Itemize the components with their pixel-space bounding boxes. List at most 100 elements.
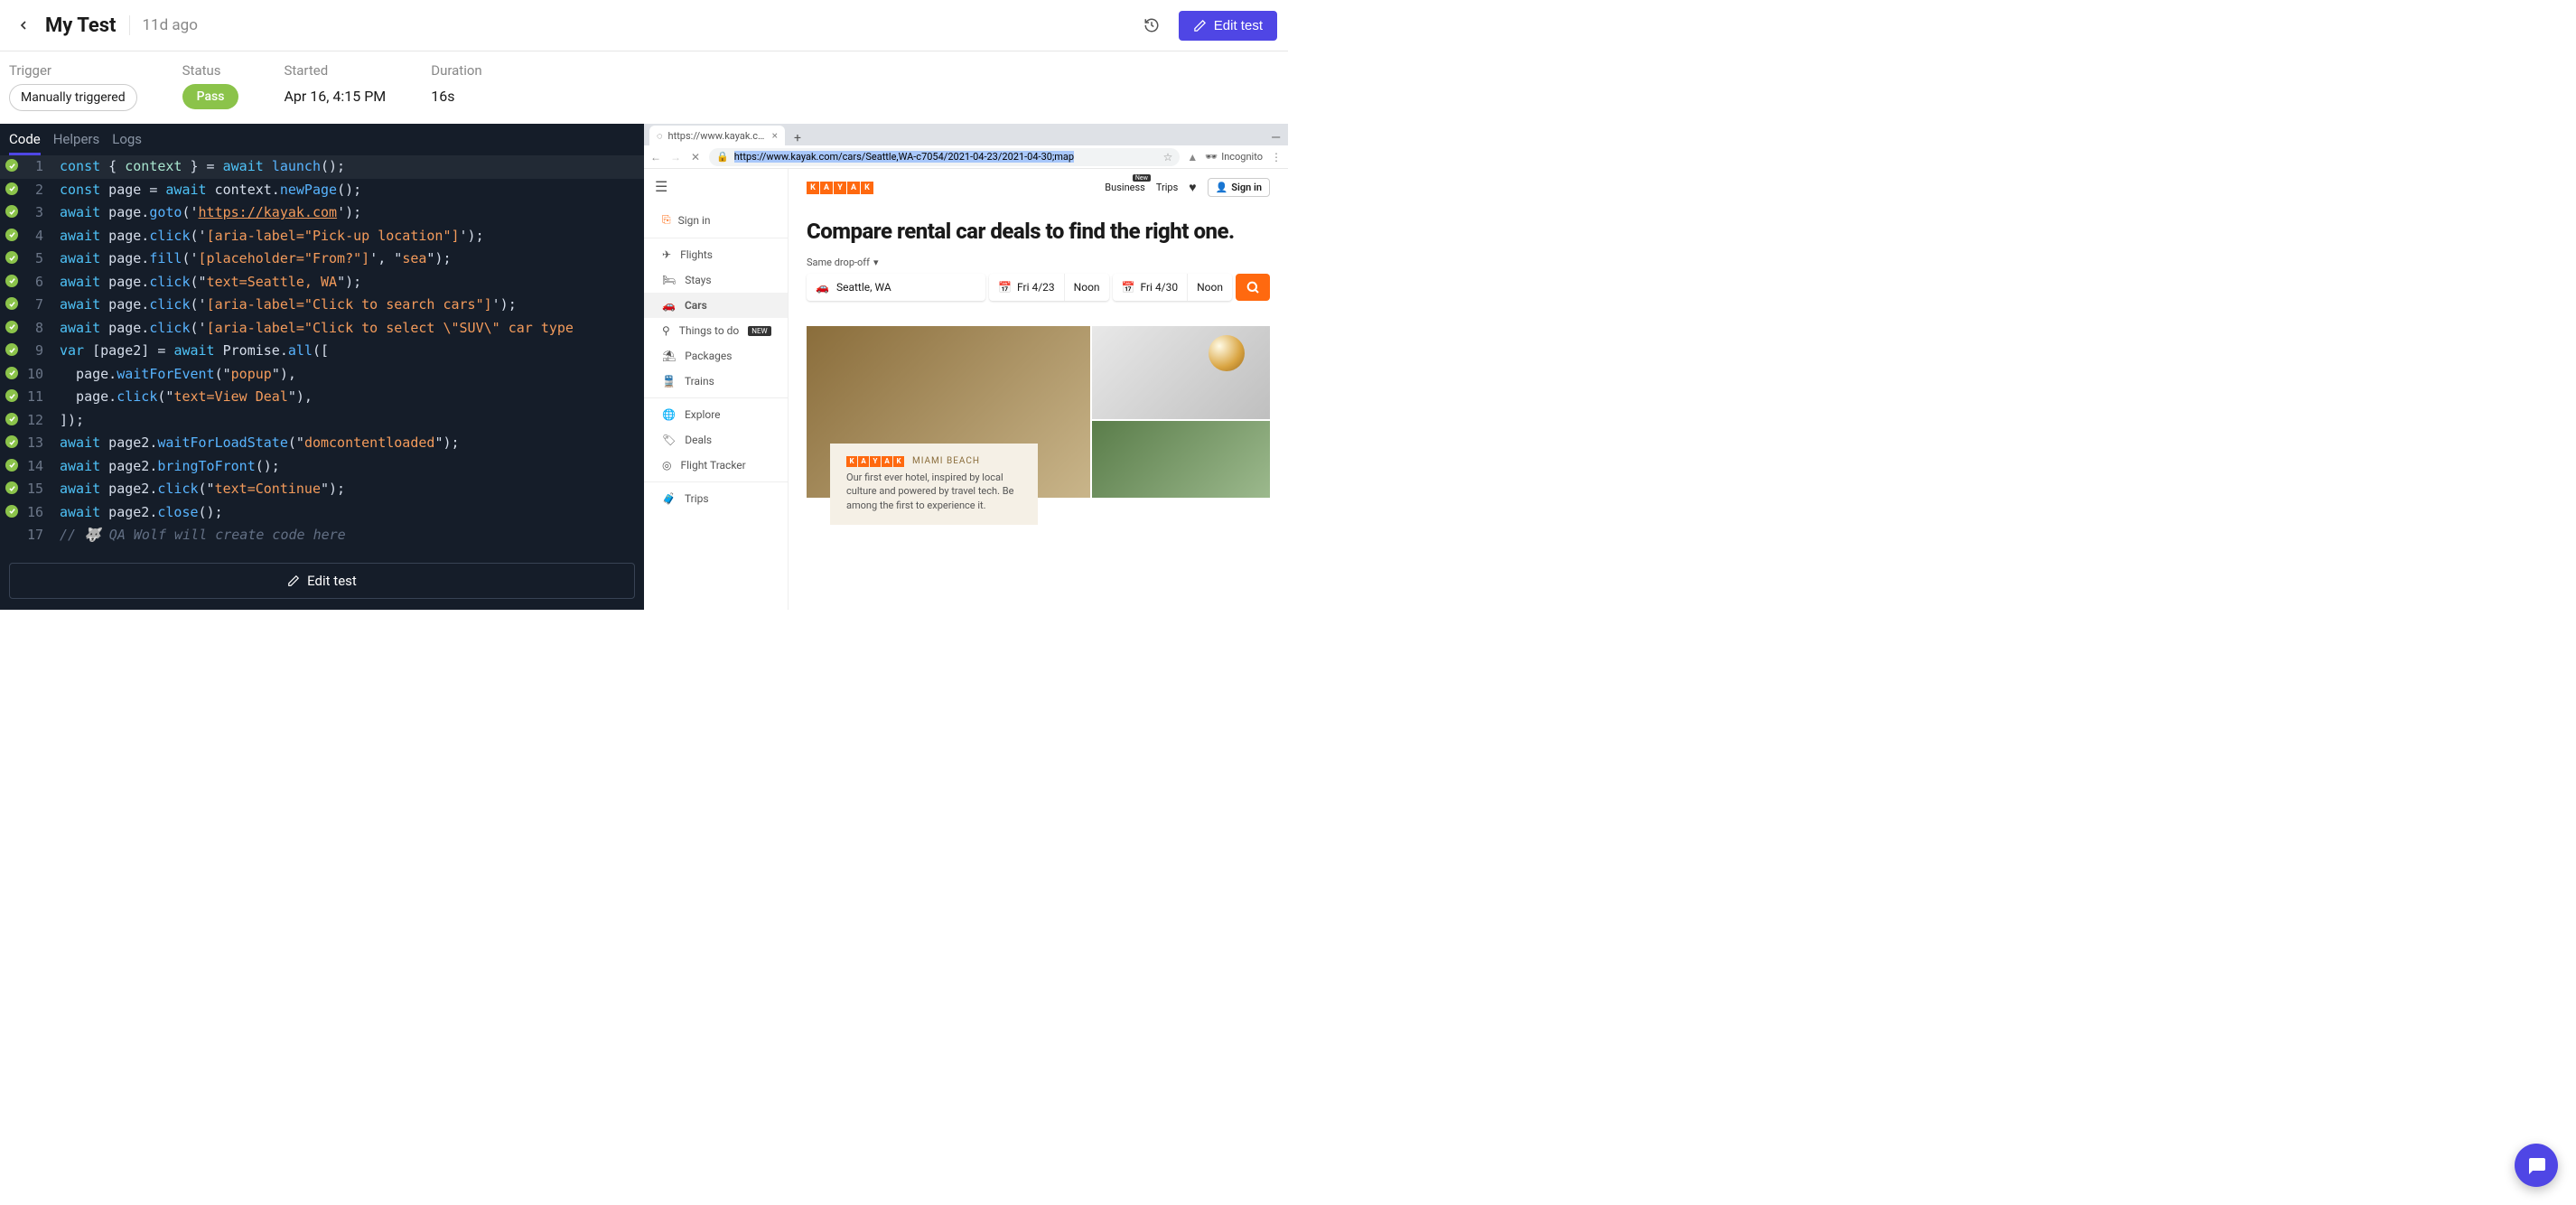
tab-logs[interactable]: Logs bbox=[112, 131, 142, 155]
nav-trips[interactable]: 🧳Trips bbox=[644, 486, 788, 511]
hamburger-icon[interactable]: ☰ bbox=[644, 169, 788, 204]
status-badge: Pass bbox=[182, 84, 239, 109]
spinner-icon: ◌ bbox=[657, 130, 663, 142]
code-line: 17 // 🐺 QA Wolf will create code here bbox=[0, 524, 644, 547]
star-icon[interactable]: ☆ bbox=[1163, 151, 1173, 163]
calendar-icon: 📅 bbox=[998, 281, 1012, 294]
browser-stop-icon[interactable]: ✕ bbox=[689, 151, 702, 163]
code-line: 1 const { context } = await launch(); bbox=[0, 155, 644, 179]
browser-back-icon[interactable]: ← bbox=[649, 151, 662, 163]
duration-value: 16s bbox=[431, 84, 481, 105]
age-label: 11d ago bbox=[143, 16, 198, 34]
location-input[interactable]: 🚗Seattle, WA bbox=[807, 274, 985, 301]
plane-icon: ✈ bbox=[662, 248, 671, 261]
history-icon bbox=[1143, 17, 1160, 33]
chevron-left-icon bbox=[16, 18, 31, 33]
edit-test-inline-label: Edit test bbox=[307, 573, 357, 589]
started-label: Started bbox=[284, 62, 386, 79]
chevron-down-icon: ▾ bbox=[873, 257, 879, 268]
run-history-button[interactable] bbox=[1137, 11, 1166, 40]
tab-code[interactable]: Code bbox=[9, 131, 41, 155]
line-number: 5 bbox=[23, 248, 54, 271]
code-line: 7 await page.click('[aria-label="Click t… bbox=[0, 294, 644, 317]
radar-icon: ◎ bbox=[662, 459, 671, 472]
pencil-icon bbox=[287, 574, 300, 587]
search-button[interactable] bbox=[1236, 274, 1270, 301]
browser-tabstrip: ◌ https://www.kayak.com/ca × + — bbox=[644, 124, 1288, 145]
heart-icon[interactable]: ♥ bbox=[1189, 180, 1196, 195]
nav-tracker[interactable]: ◎Flight Tracker bbox=[644, 453, 788, 478]
address-text: https://www.kayak.com/cars/Seattle,WA-c7… bbox=[734, 151, 1074, 163]
nav-flights[interactable]: ✈Flights bbox=[644, 242, 788, 267]
code-line: 5 await page.fill('[placeholder="From?"]… bbox=[0, 248, 644, 271]
sidebar-signin[interactable]: ⎘ Sign in bbox=[644, 204, 788, 238]
new-tab-button[interactable]: + bbox=[789, 131, 807, 145]
line-number: 15 bbox=[23, 478, 54, 501]
code-line: 16 await page2.close(); bbox=[0, 501, 644, 525]
nav-packages[interactable]: ⛱Packages bbox=[644, 343, 788, 369]
car-icon: 🚗 bbox=[816, 281, 829, 294]
started-value: Apr 16, 4:15 PM bbox=[284, 84, 386, 105]
duration-label: Duration bbox=[431, 62, 481, 79]
code-editor[interactable]: 1 const { context } = await launch(); 2 … bbox=[0, 155, 644, 552]
nav-deals[interactable]: 🏷Deals bbox=[644, 427, 788, 453]
nav-things[interactable]: ⚲Things to doNEW bbox=[644, 318, 788, 343]
code-line: 3 await page.goto('https://kayak.com'); bbox=[0, 201, 644, 225]
line-number: 8 bbox=[23, 317, 54, 341]
kayak-logo: KAYAK bbox=[807, 182, 873, 194]
promo-brand: MIAMI BEACH bbox=[912, 456, 980, 466]
address-bar[interactable]: 🔒 https://www.kayak.com/cars/Seattle,WA-… bbox=[709, 148, 1180, 166]
nav-cars[interactable]: 🚗Cars bbox=[644, 293, 788, 318]
lock-icon: 🔒 bbox=[716, 151, 729, 163]
pass-icon bbox=[5, 435, 18, 448]
browser-tab[interactable]: ◌ https://www.kayak.com/ca × bbox=[649, 126, 785, 145]
nav-explore[interactable]: 🌐Explore bbox=[644, 402, 788, 427]
globe-icon: 🌐 bbox=[662, 408, 676, 421]
line-number: 2 bbox=[23, 179, 54, 202]
back-button[interactable] bbox=[11, 13, 36, 38]
pass-icon bbox=[5, 275, 18, 287]
page-title: My Test bbox=[45, 14, 117, 37]
new-badge: New bbox=[1133, 174, 1151, 182]
pass-icon bbox=[5, 367, 18, 379]
new-badge: NEW bbox=[748, 326, 770, 336]
nav-stays[interactable]: 🛏Stays bbox=[644, 267, 788, 293]
dropoff-selector[interactable]: Same drop-off▾ bbox=[807, 257, 1270, 268]
kayak-main: KAYAK BusinessNew Trips ♥ 👤Sign in Compa… bbox=[789, 169, 1288, 610]
extension-icon[interactable]: ▲ bbox=[1187, 151, 1198, 163]
edit-test-label: Edit test bbox=[1214, 18, 1263, 33]
search-form: 🚗Seattle, WA 📅Fri 4/23 Noon 📅Fri 4/30 No… bbox=[807, 274, 1270, 301]
top-trips[interactable]: Trips bbox=[1156, 182, 1178, 193]
browser-toolbar: ← → ✕ 🔒 https://www.kayak.com/cars/Seatt… bbox=[644, 145, 1288, 169]
header-bar: My Test 11d ago Edit test bbox=[0, 0, 1288, 51]
pass-icon bbox=[5, 205, 18, 218]
line-number: 1 bbox=[23, 155, 54, 179]
top-signin[interactable]: 👤Sign in bbox=[1208, 178, 1270, 197]
code-line: 8 await page.click('[aria-label="Click t… bbox=[0, 317, 644, 341]
edit-test-inline-button[interactable]: Edit test bbox=[9, 563, 635, 599]
edit-test-button[interactable]: Edit test bbox=[1179, 11, 1277, 41]
status-label: Status bbox=[182, 62, 239, 79]
code-line: 2 const page = await context.newPage(); bbox=[0, 179, 644, 202]
train-icon: 🚆 bbox=[662, 375, 676, 388]
nav-trains[interactable]: 🚆Trains bbox=[644, 369, 788, 394]
tab-helpers[interactable]: Helpers bbox=[53, 131, 100, 155]
top-business[interactable]: BusinessNew bbox=[1105, 182, 1145, 193]
browser-forward-icon[interactable]: → bbox=[669, 151, 682, 163]
minimize-icon[interactable]: — bbox=[1271, 131, 1281, 145]
line-number: 6 bbox=[23, 271, 54, 294]
browser-menu-icon[interactable]: ⋮ bbox=[1270, 151, 1283, 163]
line-number: 14 bbox=[23, 455, 54, 479]
close-tab-icon[interactable]: × bbox=[772, 129, 778, 142]
line-number: 13 bbox=[23, 432, 54, 455]
pass-icon bbox=[5, 229, 18, 241]
code-line: 6 await page.click("text=Seattle, WA"); bbox=[0, 271, 644, 294]
chat-fab[interactable] bbox=[2515, 1144, 2558, 1187]
pass-icon bbox=[5, 251, 18, 264]
promo-section: KAYAK MIAMI BEACH Our first ever hotel, … bbox=[807, 326, 1270, 498]
dropoff-date[interactable]: 📅Fri 4/30 Noon bbox=[1113, 274, 1232, 301]
pickup-date[interactable]: 📅Fri 4/23 Noon bbox=[989, 274, 1108, 301]
user-icon: 👤 bbox=[1216, 182, 1228, 193]
door-icon: ⎘ bbox=[662, 213, 671, 227]
promo-text: Our first ever hotel, inspired by local … bbox=[846, 471, 1022, 512]
